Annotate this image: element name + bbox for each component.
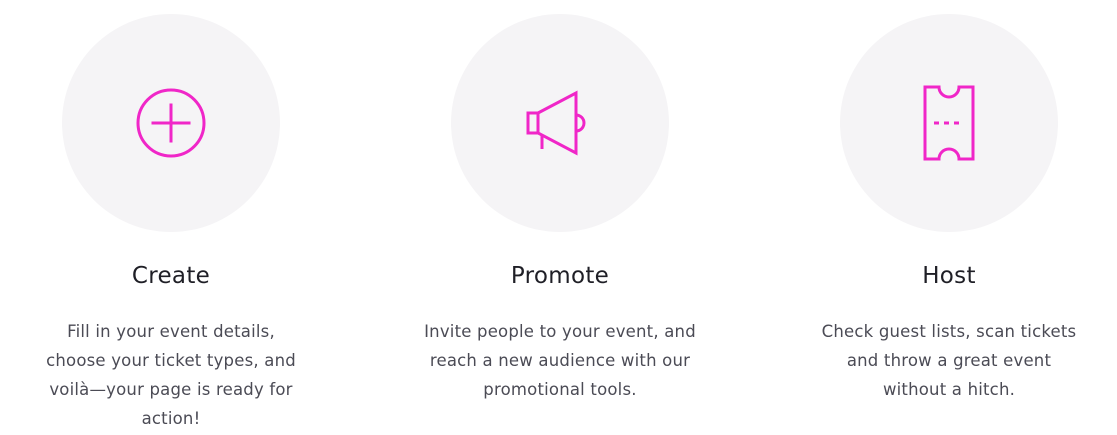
description-line: promotional tools.: [483, 380, 637, 399]
description-line: Check guest lists, scan tickets: [821, 322, 1077, 341]
description-line: without a hitch.: [882, 380, 1016, 399]
description-line: Fill in your event details,: [67, 322, 275, 341]
description-line: action!: [141, 409, 201, 428]
feature-description: Invite people to your event, and reach a…: [380, 317, 740, 404]
description-line: reach a new audience with our: [429, 351, 691, 370]
features-section: Create Fill in your event details, choos…: [0, 0, 1117, 435]
ticket-icon: [923, 85, 975, 161]
description-line: choose your ticket types, and: [46, 351, 296, 370]
icon-circle: [62, 14, 280, 232]
icon-circle: [451, 14, 669, 232]
description-line: and throw a great event: [846, 351, 1052, 370]
feature-title: Promote: [510, 263, 610, 289]
feature-description: Check guest lists, scan tickets and thro…: [769, 317, 1117, 404]
plus-circle-icon: [136, 88, 206, 158]
feature-title: Host: [922, 263, 976, 289]
feature-title: Create: [131, 263, 211, 289]
icon-circle: [840, 14, 1058, 232]
description-line: Invite people to your event, and: [424, 322, 696, 341]
feature-description: Fill in your event details, choose your …: [0, 317, 351, 433]
megaphone-icon: [526, 90, 586, 156]
description-line: voilà—your page is ready for: [49, 380, 293, 399]
